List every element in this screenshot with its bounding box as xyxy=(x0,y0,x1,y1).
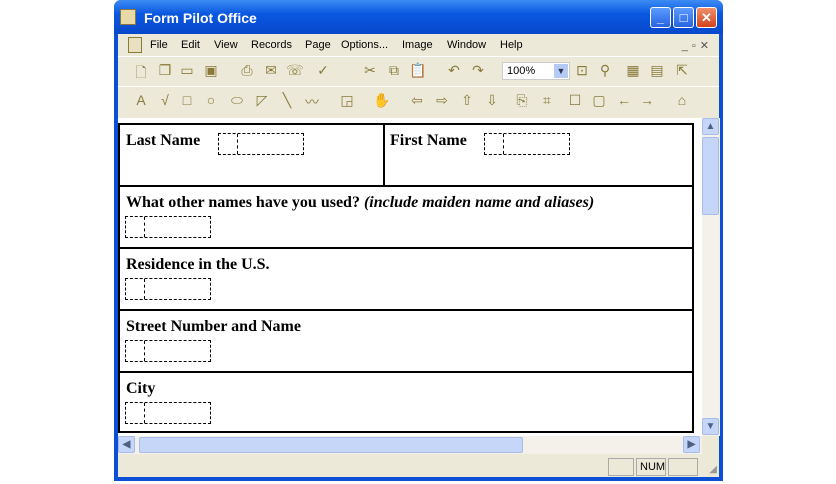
last-name-label: Last Name xyxy=(126,132,201,149)
redo-icon[interactable]: ↷ xyxy=(469,62,487,79)
copy-pages-icon[interactable]: ❐ xyxy=(156,62,174,79)
freehand-tool-icon[interactable]: 〰 xyxy=(303,92,321,112)
export-icon[interactable]: ⇱ xyxy=(673,62,691,79)
check-tool-icon[interactable]: √ xyxy=(156,92,174,108)
scroll-down-button[interactable]: ▼ xyxy=(702,418,719,435)
stamp-icon[interactable]: ⎘ xyxy=(513,92,531,109)
save-icon[interactable]: ▣ xyxy=(202,62,220,79)
polygon-tool-icon[interactable]: ◸ xyxy=(253,92,271,109)
grey-box-icon[interactable]: ▢ xyxy=(590,92,608,109)
menu-page[interactable]: Page xyxy=(305,39,331,51)
new-icon[interactable]: 🗋 xyxy=(132,62,150,86)
mdi-controls[interactable]: _▫✕ xyxy=(682,39,713,52)
menu-file[interactable]: File xyxy=(150,39,168,51)
home-icon[interactable]: ⌂ xyxy=(673,92,691,108)
maximize-button[interactable]: □ xyxy=(673,7,694,28)
menu-edit[interactable]: Edit xyxy=(181,39,200,51)
first-name-field[interactable] xyxy=(484,133,570,155)
line-tool-icon[interactable]: ╲ xyxy=(278,92,296,109)
status-bar: NUM ◢ xyxy=(118,454,719,477)
scroll-left-button[interactable]: ◀ xyxy=(118,436,135,453)
city-label: City xyxy=(126,380,156,397)
open-icon[interactable]: ▭ xyxy=(178,62,196,79)
title-bar: Form Pilot Office _ □ ✕ xyxy=(114,0,723,34)
circle-tool-icon[interactable]: ○ xyxy=(202,92,220,108)
close-button[interactable]: ✕ xyxy=(696,7,717,28)
street-label: Street Number and Name xyxy=(126,318,301,335)
white-box-icon[interactable]: ☐ xyxy=(566,92,584,109)
zoom-select[interactable]: 100% ▼ xyxy=(502,62,570,80)
form-icon[interactable]: ▤ xyxy=(648,62,666,79)
menu-records[interactable]: Records xyxy=(251,39,292,51)
form-document: Last Name First Name What other names ha… xyxy=(118,118,702,436)
drawing-toolbar: A √ □ ○ ⬭ ◸ ╲ 〰 ◲ ✋ ⇦ ⇨ ⇧ ⇩ ⎘ ⌗ ☐ ▢ ← → ⌂ xyxy=(118,86,719,114)
other-names-field[interactable] xyxy=(125,216,211,238)
minimize-button[interactable]: _ xyxy=(650,7,671,28)
menu-help[interactable]: Help xyxy=(500,39,523,51)
rectangle-tool-icon[interactable]: □ xyxy=(178,92,196,108)
paste-icon[interactable]: 📋 xyxy=(409,62,427,79)
main-toolbar: 100% ▼ 🗋 ❐ ▭ ▣ ⎙ ✉ ☏ ✓ ✂ ⧉ 📋 ↶ ↷ ⊡ ⚲ ▦ ▤ ⇱ xyxy=(118,56,719,84)
spellcheck-icon[interactable]: ✓ xyxy=(314,62,332,79)
print-icon[interactable]: ⎙ xyxy=(238,62,256,79)
status-pane xyxy=(668,458,698,476)
other-names-label: What other names have you used? (include… xyxy=(126,194,594,212)
city-field[interactable] xyxy=(125,402,211,424)
arrow-left-icon[interactable]: ⇦ xyxy=(408,92,426,109)
street-field[interactable] xyxy=(125,340,211,362)
grid-icon[interactable]: ▦ xyxy=(624,62,642,79)
ellipse-tool-icon[interactable]: ⬭ xyxy=(228,92,246,109)
window-title: Form Pilot Office xyxy=(144,10,257,26)
widen-icon[interactable]: → xyxy=(638,92,656,108)
undo-icon[interactable]: ↶ xyxy=(445,62,463,79)
crop-icon[interactable]: ⌗ xyxy=(538,92,556,109)
horizontal-scrollbar[interactable]: ◀ ▶ xyxy=(118,436,702,454)
resize-grip-icon[interactable]: ◢ xyxy=(709,464,717,475)
first-name-label: First Name xyxy=(390,132,467,149)
vertical-scrollbar[interactable]: ▲ ▼ xyxy=(702,118,720,436)
field-icon[interactable]: ◲ xyxy=(338,92,356,109)
fit-page-icon[interactable]: ⊡ xyxy=(573,62,591,79)
menu-view[interactable]: View xyxy=(214,39,238,51)
menu-options[interactable]: Options... xyxy=(341,39,388,51)
other-names-row: What other names have you used? (include… xyxy=(118,185,694,247)
copy-icon[interactable]: ⧉ xyxy=(385,62,403,79)
num-lock-indicator: NUM xyxy=(636,458,666,476)
chevron-down-icon[interactable]: ▼ xyxy=(554,64,568,78)
arrow-down-icon[interactable]: ⇩ xyxy=(483,92,501,109)
scroll-up-button[interactable]: ▲ xyxy=(702,118,719,135)
arrow-right-icon[interactable]: ⇨ xyxy=(433,92,451,109)
horizontal-scroll-thumb[interactable] xyxy=(139,437,523,453)
residence-label: Residence in the U.S. xyxy=(126,256,270,273)
menu-bar: File Edit View Records Page Options... I… xyxy=(118,34,719,56)
street-row: Street Number and Name xyxy=(118,309,694,371)
mail-icon[interactable]: ✉ xyxy=(262,62,280,79)
cut-icon[interactable]: ✂ xyxy=(361,62,379,79)
other-names-text: What other names have you used? xyxy=(126,194,360,211)
magnifier-icon[interactable]: ⚲ xyxy=(596,62,614,79)
arrow-up-icon[interactable]: ⇧ xyxy=(458,92,476,109)
name-row: Last Name First Name xyxy=(118,123,694,185)
residence-field[interactable] xyxy=(125,278,211,300)
scroll-right-button[interactable]: ▶ xyxy=(683,436,700,453)
hand-icon[interactable]: ✋ xyxy=(373,92,391,109)
city-row: City xyxy=(118,371,694,433)
menu-image[interactable]: Image xyxy=(402,39,433,51)
last-name-field[interactable] xyxy=(218,133,304,155)
fax-icon[interactable]: ☏ xyxy=(286,62,304,79)
vertical-scroll-thumb[interactable] xyxy=(702,137,719,215)
document-icon xyxy=(128,37,142,53)
narrow-icon[interactable]: ← xyxy=(615,92,633,108)
text-tool-icon[interactable]: A xyxy=(132,92,150,108)
menu-window[interactable]: Window xyxy=(447,39,486,51)
zoom-value: 100% xyxy=(507,65,536,77)
status-pane xyxy=(608,458,634,476)
app-window: Form Pilot Office _ □ ✕ File Edit View R… xyxy=(114,0,723,481)
app-icon xyxy=(120,9,136,25)
residence-row: Residence in the U.S. xyxy=(118,247,694,309)
other-names-note: (include maiden name and aliases) xyxy=(363,194,595,211)
